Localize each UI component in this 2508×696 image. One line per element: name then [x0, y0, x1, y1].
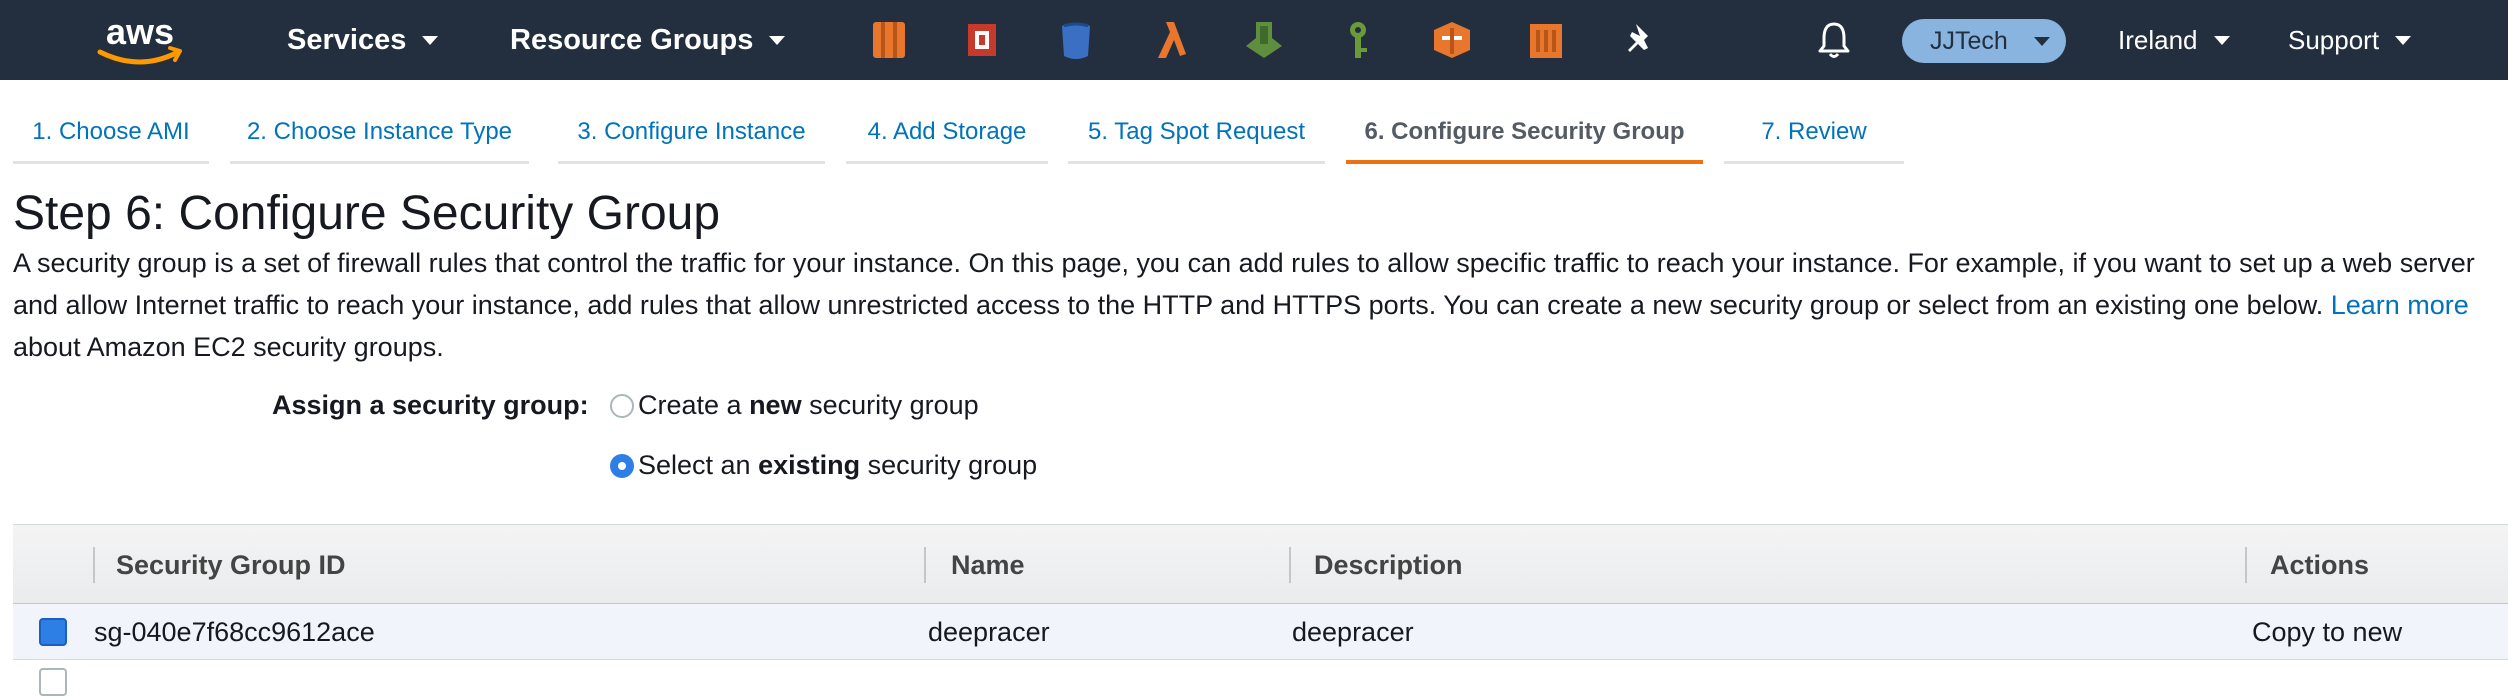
select-existing-radio[interactable] — [610, 453, 634, 478]
user-name: JJTech — [1930, 26, 2008, 55]
learn-more-link[interactable]: Learn more — [2331, 290, 2469, 320]
top-navigation-bar: aws Services Resource Groups JJTech Irel… — [0, 0, 2508, 80]
table-row-partial — [13, 660, 2508, 696]
header-security-group-id[interactable]: Security Group ID — [116, 525, 346, 605]
cloudformation-icon[interactable] — [1430, 18, 1474, 62]
iam-icon[interactable] — [1336, 18, 1380, 62]
tab-tag-spot-request[interactable]: 5. Tag Spot Request — [1068, 104, 1325, 164]
support-label: Support — [2288, 24, 2380, 55]
column-separator — [2245, 547, 2247, 583]
description-text: A security group is a set of firewall ru… — [13, 248, 2475, 320]
support-menu[interactable]: Support — [2288, 0, 2412, 80]
lambda-icon[interactable] — [1148, 18, 1192, 62]
page-description: A security group is a set of firewall ru… — [13, 242, 2503, 368]
tab-configure-instance[interactable]: 3. Configure Instance — [558, 104, 825, 164]
resource-groups-menu[interactable]: Resource Groups — [510, 0, 786, 80]
column-separator — [1289, 547, 1291, 583]
tab-review[interactable]: 7. Review — [1724, 104, 1904, 164]
create-new-security-group-option[interactable]: Create a new security group — [610, 390, 979, 421]
sagemaker-icon[interactable] — [1242, 18, 1286, 62]
page-title: Step 6: Configure Security Group — [13, 187, 721, 240]
tab-choose-ami[interactable]: 1. Choose AMI — [13, 104, 209, 164]
aws-logo[interactable]: aws — [92, 10, 188, 70]
services-label: Services — [287, 23, 407, 56]
notifications-bell-icon[interactable] — [1812, 18, 1856, 62]
resource-groups-label: Resource Groups — [510, 23, 754, 56]
column-separator — [924, 547, 926, 583]
header-name[interactable]: Name — [951, 525, 1025, 605]
chevron-down-icon — [422, 35, 439, 45]
select-existing-security-group-option[interactable]: Select an existing security group — [610, 450, 1037, 481]
security-groups-table-header: Security Group ID Name Description Actio… — [13, 524, 2508, 604]
aws-logo-text: aws — [106, 11, 174, 52]
tab-add-storage[interactable]: 4. Add Storage — [846, 104, 1048, 164]
name-cell: deepracer — [928, 617, 1050, 647]
security-group-id-cell: sg-040e7f68cc9612ace — [94, 617, 375, 647]
region-menu[interactable]: Ireland — [2118, 0, 2230, 80]
tab-choose-instance-type[interactable]: 2. Choose Instance Type — [230, 104, 529, 164]
select-existing-label: Select an existing security group — [638, 450, 1038, 480]
assign-security-group-label: Assign a security group: — [272, 390, 589, 420]
column-separator — [93, 547, 95, 583]
chevron-down-icon — [2034, 37, 2050, 46]
learn-more-suffix: about Amazon EC2 security groups. — [13, 332, 444, 362]
user-account-menu[interactable]: JJTech — [1902, 19, 2066, 63]
copy-to-new-link[interactable]: Copy to new — [2252, 604, 2402, 660]
s3-icon[interactable] — [1054, 18, 1098, 62]
chevron-down-icon — [2395, 35, 2412, 45]
row-select-checkbox[interactable] — [39, 668, 67, 696]
ec2-icon[interactable] — [867, 18, 911, 62]
region-label: Ireland — [2118, 24, 2198, 55]
chevron-down-icon — [769, 35, 786, 45]
chevron-down-icon — [2213, 35, 2230, 45]
row-select-checkbox[interactable] — [39, 618, 67, 646]
create-new-radio[interactable] — [610, 393, 634, 418]
header-description[interactable]: Description — [1314, 525, 1463, 605]
table-row[interactable]: sg-040e7f68cc9612ace deepracer deepracer… — [13, 604, 2508, 660]
services-menu[interactable]: Services — [287, 0, 439, 80]
create-new-label: Create a new security group — [638, 390, 979, 420]
pin-icon[interactable] — [1618, 18, 1662, 62]
header-actions: Actions — [2270, 550, 2370, 580]
tab-configure-security-group[interactable]: 6. Configure Security Group — [1346, 104, 1703, 164]
codedeploy-icon[interactable] — [960, 18, 1004, 62]
description-cell: deepracer — [1292, 617, 1414, 647]
deepracer-icon[interactable] — [1524, 18, 1568, 62]
